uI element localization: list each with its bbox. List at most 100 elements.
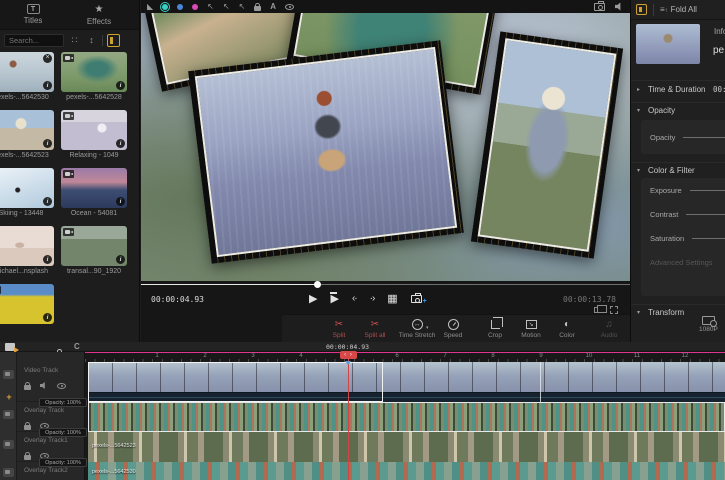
media-thumbnail[interactable]: i (61, 110, 127, 150)
marker-dot-cyan[interactable] (162, 4, 168, 10)
play-button[interactable]: ▶ (309, 292, 317, 306)
lock-icon[interactable] (254, 6, 261, 11)
overlay-track2-icon[interactable] (3, 468, 14, 477)
track-lock-icon[interactable] (24, 385, 31, 390)
overlay-track1-icon[interactable] (3, 440, 14, 449)
media-thumbnail[interactable]: i (61, 52, 127, 92)
tool-crop[interactable]: Crop (480, 318, 510, 339)
overlay-clip-3[interactable] (88, 462, 725, 480)
tab-effects[interactable]: ★ Effects (66, 0, 132, 29)
info-icon[interactable]: i (116, 197, 125, 206)
grid-view-icon[interactable]: ∷ (68, 34, 81, 47)
fullscreen-icon[interactable] (610, 306, 618, 314)
saturation-slider[interactable] (692, 238, 725, 239)
media-thumbnail[interactable]: i (0, 168, 54, 208)
media-item[interactable]: iOcean - 54081 (61, 168, 127, 219)
render-play-button[interactable]: ▶ (330, 292, 338, 306)
info-icon[interactable]: i (116, 255, 125, 264)
mark-frame-button[interactable]: ▦ (387, 292, 397, 306)
add-track-button[interactable]: + (4, 392, 14, 402)
snap-icon[interactable]: C (74, 342, 80, 351)
marker-dot-blue[interactable] (177, 4, 183, 10)
speaker-icon[interactable] (615, 2, 624, 11)
media-thumbnail[interactable]: i (61, 168, 127, 208)
media-item[interactable]: iRelaxing - 1049 (61, 110, 127, 161)
timeline-ruler[interactable]: 123456789101112 (85, 352, 725, 362)
overlay-track-icon[interactable] (3, 410, 14, 419)
overlay-clip-1[interactable] (88, 402, 725, 432)
preview-seekbar[interactable] (141, 281, 630, 288)
overlay-clip-2[interactable] (88, 432, 725, 462)
marker-dot-pink[interactable] (192, 4, 198, 10)
panel-layout-icon[interactable] (636, 4, 647, 15)
tool-motion[interactable]: ↘Motion (516, 318, 546, 339)
info-icon[interactable]: i (43, 197, 52, 206)
seekbar-knob[interactable] (314, 281, 321, 288)
opacity-badge[interactable]: Opacity: 100% (39, 398, 87, 407)
opacity-slider[interactable] (683, 137, 725, 138)
previous-frame-button[interactable]: ‹· (352, 292, 357, 306)
media-item[interactable]: i (0, 284, 54, 335)
advanced-settings-link[interactable]: Advanced Settings (641, 250, 725, 274)
panel-toggle-icon[interactable] (107, 34, 120, 47)
section-time-duration[interactable]: ▸ Time & Duration 00:0 (631, 80, 725, 98)
photo-frame-right[interactable] (471, 31, 623, 258)
track-lock-icon[interactable] (24, 455, 31, 460)
media-thumbnail[interactable]: i (0, 110, 54, 150)
sort-icon[interactable]: ↕ (85, 34, 98, 47)
tab-info[interactable]: Info (714, 27, 725, 36)
media-item[interactable]: ipexels-...5642523 (0, 110, 54, 161)
media-thumbnail[interactable]: i (0, 284, 54, 324)
section-opacity[interactable]: ▾ Opacity (631, 102, 725, 118)
track-visibility-icon[interactable] (57, 383, 66, 389)
info-icon[interactable]: i (43, 255, 52, 264)
track-header[interactable]: Video Track (17, 362, 85, 402)
info-icon[interactable]: i (116, 139, 125, 148)
tool-split[interactable]: ✂Split (324, 318, 354, 339)
media-item[interactable]: imichael...nsplash (0, 226, 54, 277)
media-item[interactable]: itransal...90_1920 (61, 226, 127, 277)
playhead-handle[interactable]: ‹ › (340, 351, 357, 359)
visibility-icon[interactable] (285, 4, 294, 10)
media-thumbnail[interactable]: i (0, 226, 54, 266)
transform-tool-icon[interactable]: ↖ (207, 0, 214, 13)
mask-ruler-icon[interactable]: ◣ (147, 0, 153, 13)
track-mute-icon[interactable] (40, 382, 48, 390)
snapshot-button[interactable]: + (411, 293, 422, 307)
pointer-tool-icon[interactable]: ↖ (239, 0, 246, 13)
snapshot-camera-icon[interactable] (594, 3, 605, 11)
close-icon[interactable]: × (43, 54, 52, 63)
video-track-icon[interactable] (3, 370, 14, 379)
opacity-badge[interactable]: Opacity: 100% (39, 458, 87, 467)
tool-time-stretch[interactable]: ↔▾Time Stretch (402, 318, 432, 339)
media-item[interactable]: iSkiing - 13448 (0, 168, 54, 219)
next-frame-button[interactable]: ·› (370, 292, 375, 306)
select-tool-icon[interactable]: ↖ (223, 0, 230, 13)
copy-frame-icon[interactable] (594, 307, 602, 313)
video-clip[interactable] (88, 362, 725, 402)
media-item[interactable]: ipexels-...5642528 (61, 52, 127, 103)
preview-canvas[interactable] (141, 13, 630, 281)
media-thumbnail[interactable]: i (61, 226, 127, 266)
tool-split-all[interactable]: ✂Split all (360, 318, 390, 339)
tool-speed[interactable]: Speed (438, 318, 468, 339)
text-tool-icon[interactable]: A (270, 0, 276, 13)
contrast-slider[interactable] (686, 214, 725, 215)
track-lock-icon[interactable] (24, 425, 31, 430)
playhead-line[interactable] (348, 352, 349, 480)
tool-audio[interactable]: ♫Audio (594, 318, 624, 339)
info-icon[interactable]: i (43, 81, 52, 90)
search-input[interactable] (4, 34, 64, 47)
info-icon[interactable]: i (43, 313, 52, 322)
media-item[interactable]: ×ipexels-...5642530 (0, 52, 54, 103)
fold-all-button[interactable]: ≡↑ Fold All (660, 5, 697, 14)
info-icon[interactable]: i (116, 81, 125, 90)
opacity-badge[interactable]: Opacity: 100% (39, 428, 87, 437)
exposure-slider[interactable] (690, 190, 725, 191)
tab-titles[interactable]: T Titles (0, 0, 66, 29)
photo-frame-center[interactable] (188, 40, 464, 264)
section-color-filter[interactable]: ▾ Color & Filter (631, 162, 725, 178)
tool-color[interactable]: ◐Color (552, 318, 582, 339)
quick-export-icon[interactable] (5, 343, 15, 351)
media-thumbnail[interactable]: ×i (0, 52, 54, 92)
